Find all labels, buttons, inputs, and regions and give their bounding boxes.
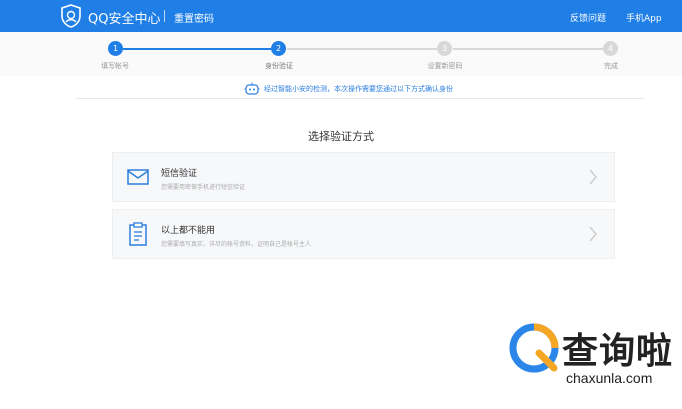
- step-2-label: 身份验证: [265, 62, 293, 70]
- step-connector-2: [287, 48, 437, 50]
- step-1-circle: 1: [108, 41, 123, 56]
- watermark-text: 查询啦: [562, 331, 674, 372]
- qq-security-shield-icon: [61, 4, 81, 28]
- option-sms-verify[interactable]: 短信验证 您需要用密保手机进行短信验证: [112, 152, 615, 202]
- clipboard-icon: [129, 222, 147, 246]
- option-none-usable[interactable]: 以上都不能用 您需要填写真实、详尽的帐号资料，证明自己是帐号主人: [112, 209, 615, 259]
- envelope-icon: [127, 169, 149, 185]
- feedback-link[interactable]: 反馈问题: [570, 11, 606, 24]
- section-title: 选择验证方式: [308, 130, 374, 143]
- top-header: QQ安全中心 重置密码 反馈问题 手机App: [0, 0, 682, 32]
- robot-icon: [244, 82, 260, 95]
- step-2-circle: 2: [271, 41, 286, 56]
- step-4-label: 完成: [604, 62, 618, 70]
- chevron-right-icon: [589, 169, 597, 185]
- option-title: 以上都不能用: [161, 226, 216, 236]
- step-4-circle: 4: [603, 41, 618, 56]
- option-description: 您需要填写真实、详尽的帐号资料，证明自己是帐号主人: [161, 241, 312, 248]
- step-connector-1: [123, 48, 271, 50]
- chevron-right-icon: [589, 226, 597, 242]
- option-description: 您需要用密保手机进行短信验证: [161, 184, 246, 191]
- watermark-logo-icon: [509, 323, 559, 373]
- brand-title: QQ安全中心: [88, 12, 161, 27]
- header-divider: [164, 10, 165, 22]
- step-connector-3: [453, 48, 603, 50]
- option-title: 短信验证: [161, 169, 198, 179]
- mobile-app-link[interactable]: 手机App: [626, 11, 662, 24]
- page-title: 重置密码: [174, 14, 214, 25]
- notice-text: 经过智能小安的检测，本次操作需要您通过以下方式确认身份: [264, 85, 453, 93]
- step-3-circle: 3: [437, 41, 452, 56]
- watermark-url: chaxunla.com: [566, 370, 653, 386]
- notice-divider: [76, 98, 644, 99]
- step-1-label: 填写帐号: [101, 62, 129, 70]
- step-3-label: 设置新密码: [427, 62, 463, 70]
